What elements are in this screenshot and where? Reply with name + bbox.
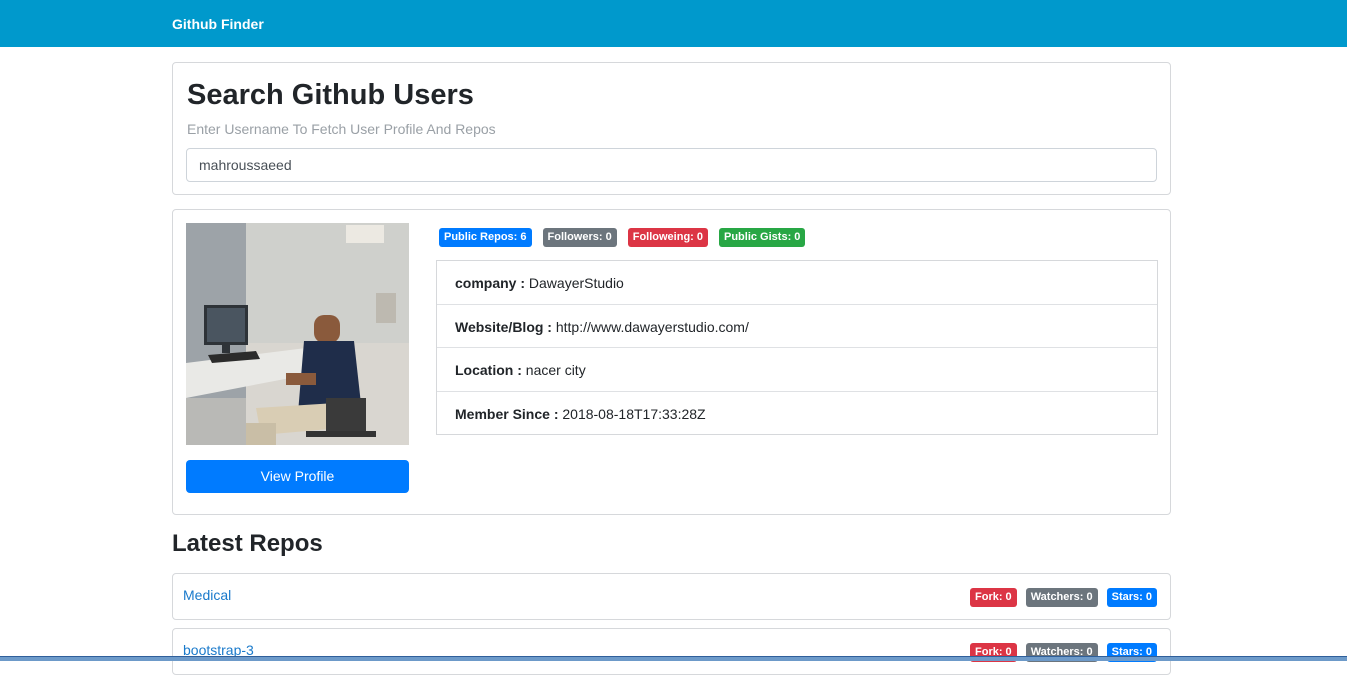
- public-repos-badge: Public Repos: 6: [439, 228, 532, 247]
- detail-label: company :: [455, 275, 526, 291]
- detail-value: http://www.dawayerstudio.com/: [555, 318, 749, 335]
- detail-label: Website/Blog :: [455, 318, 552, 335]
- repo-link[interactable]: Medical: [183, 587, 231, 603]
- fork-badge: Fork: 0: [970, 588, 1017, 607]
- repo-badges: Fork: 0 Watchers: 0 Stars: 0: [970, 588, 1157, 607]
- profile-details-list: company : DawayerStudio Website/Blog : h…: [436, 260, 1158, 435]
- brand-link[interactable]: Github Finder: [172, 16, 264, 32]
- detail-value: DawayerStudio: [528, 275, 624, 291]
- avatar: [186, 223, 409, 445]
- detail-label: Location :: [455, 362, 522, 378]
- detail-label: Member Since :: [455, 405, 559, 422]
- repo-card: Medical Fork: 0 Watchers: 0 Stars: 0: [172, 573, 1171, 620]
- avatar-photo: [186, 223, 409, 445]
- detail-member-since: Member Since : 2018-08-18T17:33:28Z: [437, 392, 1157, 436]
- view-profile-button[interactable]: View Profile: [186, 460, 409, 493]
- search-title: Search Github Users: [187, 79, 474, 111]
- repo-card: bootstrap-3 Fork: 0 Watchers: 0 Stars: 0: [172, 628, 1171, 675]
- detail-company: company : DawayerStudio: [437, 261, 1157, 305]
- search-card: Search Github Users Enter Username To Fe…: [172, 62, 1171, 195]
- public-gists-badge: Public Gists: 0: [719, 228, 806, 247]
- followers-badge: Followers: 0: [542, 228, 617, 247]
- search-lead: Enter Username To Fetch User Profile And…: [187, 121, 496, 137]
- navbar: Github Finder: [0, 0, 1347, 47]
- detail-website: Website/Blog : http://www.dawayerstudio.…: [437, 305, 1157, 348]
- stars-badge: Stars: 0: [1106, 588, 1157, 607]
- watchers-badge: Watchers: 0: [1025, 588, 1098, 607]
- profile-badges: Public Repos: 6 Followers: 0 Followeing:…: [439, 228, 806, 247]
- detail-value: 2018-08-18T17:33:28Z: [562, 405, 706, 422]
- profile-card: View Profile Public Repos: 6 Followers: …: [172, 209, 1171, 515]
- os-taskbar: [0, 656, 1347, 661]
- search-input[interactable]: mahroussaeed: [186, 148, 1157, 182]
- detail-value: nacer city: [525, 362, 586, 378]
- latest-repos-heading: Latest Repos: [172, 530, 323, 557]
- detail-location: Location : nacer city: [437, 348, 1157, 392]
- following-badge: Followeing: 0: [627, 228, 708, 247]
